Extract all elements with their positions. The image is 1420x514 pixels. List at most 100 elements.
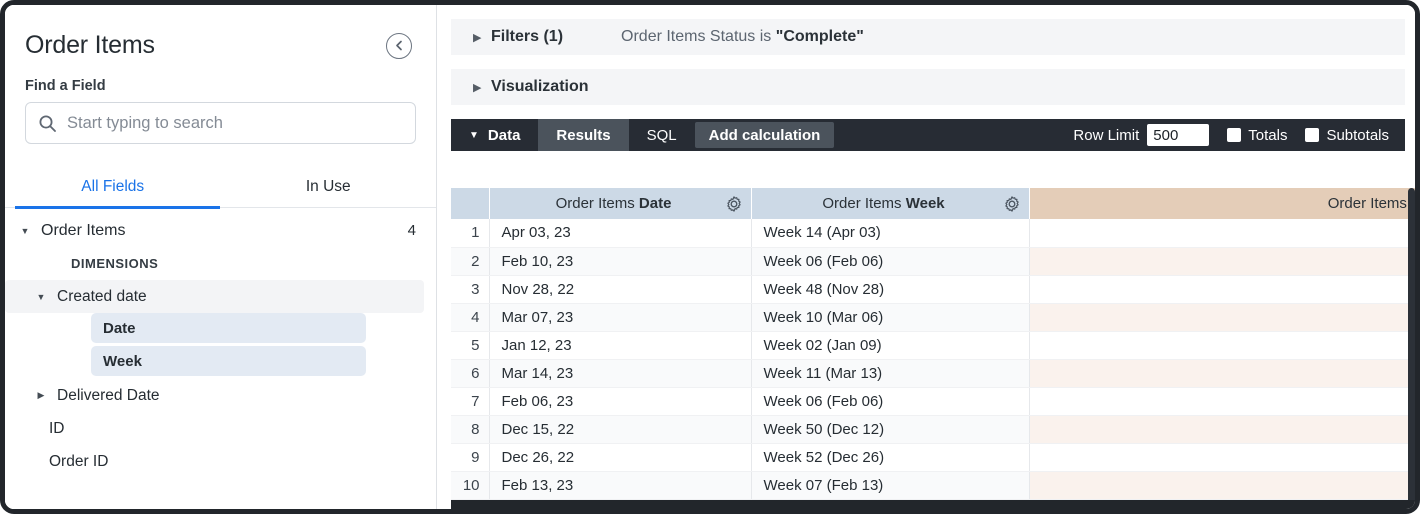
tab-all-fields[interactable]: All Fields <box>5 170 221 207</box>
tree-leaf-week[interactable]: Week <box>91 346 366 376</box>
triangle-down-icon[interactable]: ▼ <box>33 292 49 302</box>
chevron-left-circle-icon[interactable] <box>386 33 412 59</box>
results-table: Order Items Date Order Items Week <box>451 188 1420 500</box>
search-box[interactable] <box>25 102 416 144</box>
triangle-down-icon[interactable]: ▼ <box>17 226 33 236</box>
tab-results[interactable]: Results <box>538 119 628 151</box>
sidebar-header: Order Items <box>5 5 436 60</box>
table-header-row: Order Items Date Order Items Week <box>451 188 1420 219</box>
column-header-week[interactable]: Order Items Week <box>751 188 1029 219</box>
table-row[interactable]: 3Nov 28, 22Week 48 (Nov 28)352 <box>451 275 1420 303</box>
visualization-title: Visualization <box>491 78 589 96</box>
cell-week: Week 52 (Dec 26) <box>751 443 1029 471</box>
cell-count-of-items: 342 <box>1029 443 1420 471</box>
cell-date: Mar 07, 23 <box>489 303 751 331</box>
tab-sql[interactable]: SQL <box>629 119 695 151</box>
explore-main-panel: ▶ Filters (1) Order Items Status is "Com… <box>437 5 1415 509</box>
cell-row-number: 7 <box>451 387 489 415</box>
horizontal-scrollbar[interactable] <box>451 500 1420 509</box>
results-table-body: 1Apr 03, 23Week 14 (Apr 03)3822Feb 10, 2… <box>451 219 1420 499</box>
cell-count-of-items: 382 <box>1029 219 1420 247</box>
col-name: Date <box>639 195 672 212</box>
gear-icon[interactable] <box>1004 196 1022 212</box>
column-header-date[interactable]: Order Items Date <box>489 188 751 219</box>
active-tab-underline <box>15 206 220 209</box>
cell-date: Mar 14, 23 <box>489 359 751 387</box>
tree-item-order-id[interactable]: Order ID <box>5 445 436 478</box>
table-row[interactable]: 4Mar 07, 23Week 10 (Mar 06)350 <box>451 303 1420 331</box>
table-row[interactable]: 2Feb 10, 23Week 06 (Feb 06)357 <box>451 247 1420 275</box>
tree-item-label: Order ID <box>49 453 108 471</box>
row-limit-input[interactable] <box>1147 124 1209 146</box>
cell-date: Apr 03, 23 <box>489 219 751 247</box>
cell-date: Dec 26, 22 <box>489 443 751 471</box>
triangle-down-icon[interactable]: ▼ <box>469 130 479 141</box>
row-limit-label: Row Limit <box>1073 127 1139 144</box>
column-header-count-of-items[interactable]: Order Items Count of Items ↓ <box>1029 188 1420 219</box>
tree-item-created-date[interactable]: ▼ Created date <box>5 280 424 313</box>
cell-row-number: 4 <box>451 303 489 331</box>
table-row[interactable]: 1Apr 03, 23Week 14 (Apr 03)382 <box>451 219 1420 247</box>
checkbox-box[interactable] <box>1227 128 1241 142</box>
tree-root-order-items[interactable]: ▼ Order Items 4 <box>5 214 436 247</box>
cell-count-of-items: 340 <box>1029 471 1420 499</box>
filters-description: Order Items Status is "Complete" <box>621 28 864 46</box>
cell-week: Week 02 (Jan 09) <box>751 331 1029 359</box>
subtotals-checkbox[interactable]: Subtotals <box>1305 127 1389 144</box>
triangle-right-icon[interactable]: ▶ <box>33 390 49 401</box>
vertical-scrollbar[interactable] <box>1408 188 1415 509</box>
cell-count-of-items: 349 <box>1029 331 1420 359</box>
page-title: Order Items <box>25 31 155 60</box>
tree-leaf-date[interactable]: Date <box>91 313 366 343</box>
data-toolbar: ▼ Data Results SQL Add calculation Row L… <box>451 119 1405 151</box>
totals-checkbox[interactable]: Totals <box>1227 127 1287 144</box>
table-row[interactable]: 10Feb 13, 23Week 07 (Feb 13)340 <box>451 471 1420 499</box>
toolbar-spacer <box>834 119 1073 151</box>
cell-count-of-items: 350 <box>1029 303 1420 331</box>
visualization-bar[interactable]: ▶ Visualization <box>451 69 1405 105</box>
tree-item-id[interactable]: ID <box>5 412 436 445</box>
cell-week: Week 06 (Feb 06) <box>751 247 1029 275</box>
table-row[interactable]: 9Dec 26, 22Week 52 (Dec 26)342 <box>451 443 1420 471</box>
table-row[interactable]: 6Mar 14, 23Week 11 (Mar 13)348 <box>451 359 1420 387</box>
cell-count-of-items: 345 <box>1029 415 1420 443</box>
table-row[interactable]: 7Feb 06, 23Week 06 (Feb 06)346 <box>451 387 1420 415</box>
search-icon <box>38 114 57 133</box>
filters-title: Filters (1) <box>491 28 563 46</box>
cell-date: Feb 10, 23 <box>489 247 751 275</box>
cell-row-number: 6 <box>451 359 489 387</box>
tree-root-label: Order Items <box>41 222 408 240</box>
find-a-field-label: Find a Field <box>5 60 436 94</box>
data-section-toggle[interactable]: ▼ Data <box>451 119 538 151</box>
filters-description-value: "Complete" <box>776 28 864 45</box>
triangle-right-icon[interactable]: ▶ <box>473 31 491 44</box>
tab-in-use[interactable]: In Use <box>221 170 437 207</box>
tree-item-label: Created date <box>57 288 147 306</box>
tree-root-count: 4 <box>408 222 416 239</box>
tree-item-label: Delivered Date <box>57 387 160 405</box>
table-row[interactable]: 8Dec 15, 22Week 50 (Dec 12)345 <box>451 415 1420 443</box>
cell-row-number: 5 <box>451 331 489 359</box>
col-prefix: Order Items <box>556 195 639 212</box>
cell-week: Week 07 (Feb 13) <box>751 471 1029 499</box>
column-header-date-label: Order Items Date <box>502 195 726 212</box>
checkbox-box[interactable] <box>1305 128 1319 142</box>
filters-bar[interactable]: ▶ Filters (1) Order Items Status is "Com… <box>451 19 1405 55</box>
cell-date: Dec 15, 22 <box>489 415 751 443</box>
cell-count-of-items: 352 <box>1029 275 1420 303</box>
cell-date: Feb 06, 23 <box>489 387 751 415</box>
results-table-container[interactable]: Order Items Date Order Items Week <box>451 188 1420 509</box>
add-calculation-button[interactable]: Add calculation <box>695 122 835 148</box>
cell-date: Nov 28, 22 <box>489 275 751 303</box>
tree-item-delivered-date[interactable]: ▶ Delivered Date <box>5 379 436 412</box>
search-input[interactable] <box>67 114 403 133</box>
cell-week: Week 50 (Dec 12) <box>751 415 1029 443</box>
gear-icon[interactable] <box>726 196 744 212</box>
column-header-count-label: Order Items Count of Items ↓ <box>1042 195 1420 212</box>
triangle-right-icon[interactable]: ▶ <box>473 81 491 94</box>
cell-row-number: 10 <box>451 471 489 499</box>
cell-week: Week 48 (Nov 28) <box>751 275 1029 303</box>
table-row[interactable]: 5Jan 12, 23Week 02 (Jan 09)349 <box>451 331 1420 359</box>
field-browser-sidebar: Order Items Find a Field All Fields In U… <box>5 5 437 509</box>
field-tree: ▼ Order Items 4 DIMENSIONS ▼ Created dat… <box>5 208 436 478</box>
